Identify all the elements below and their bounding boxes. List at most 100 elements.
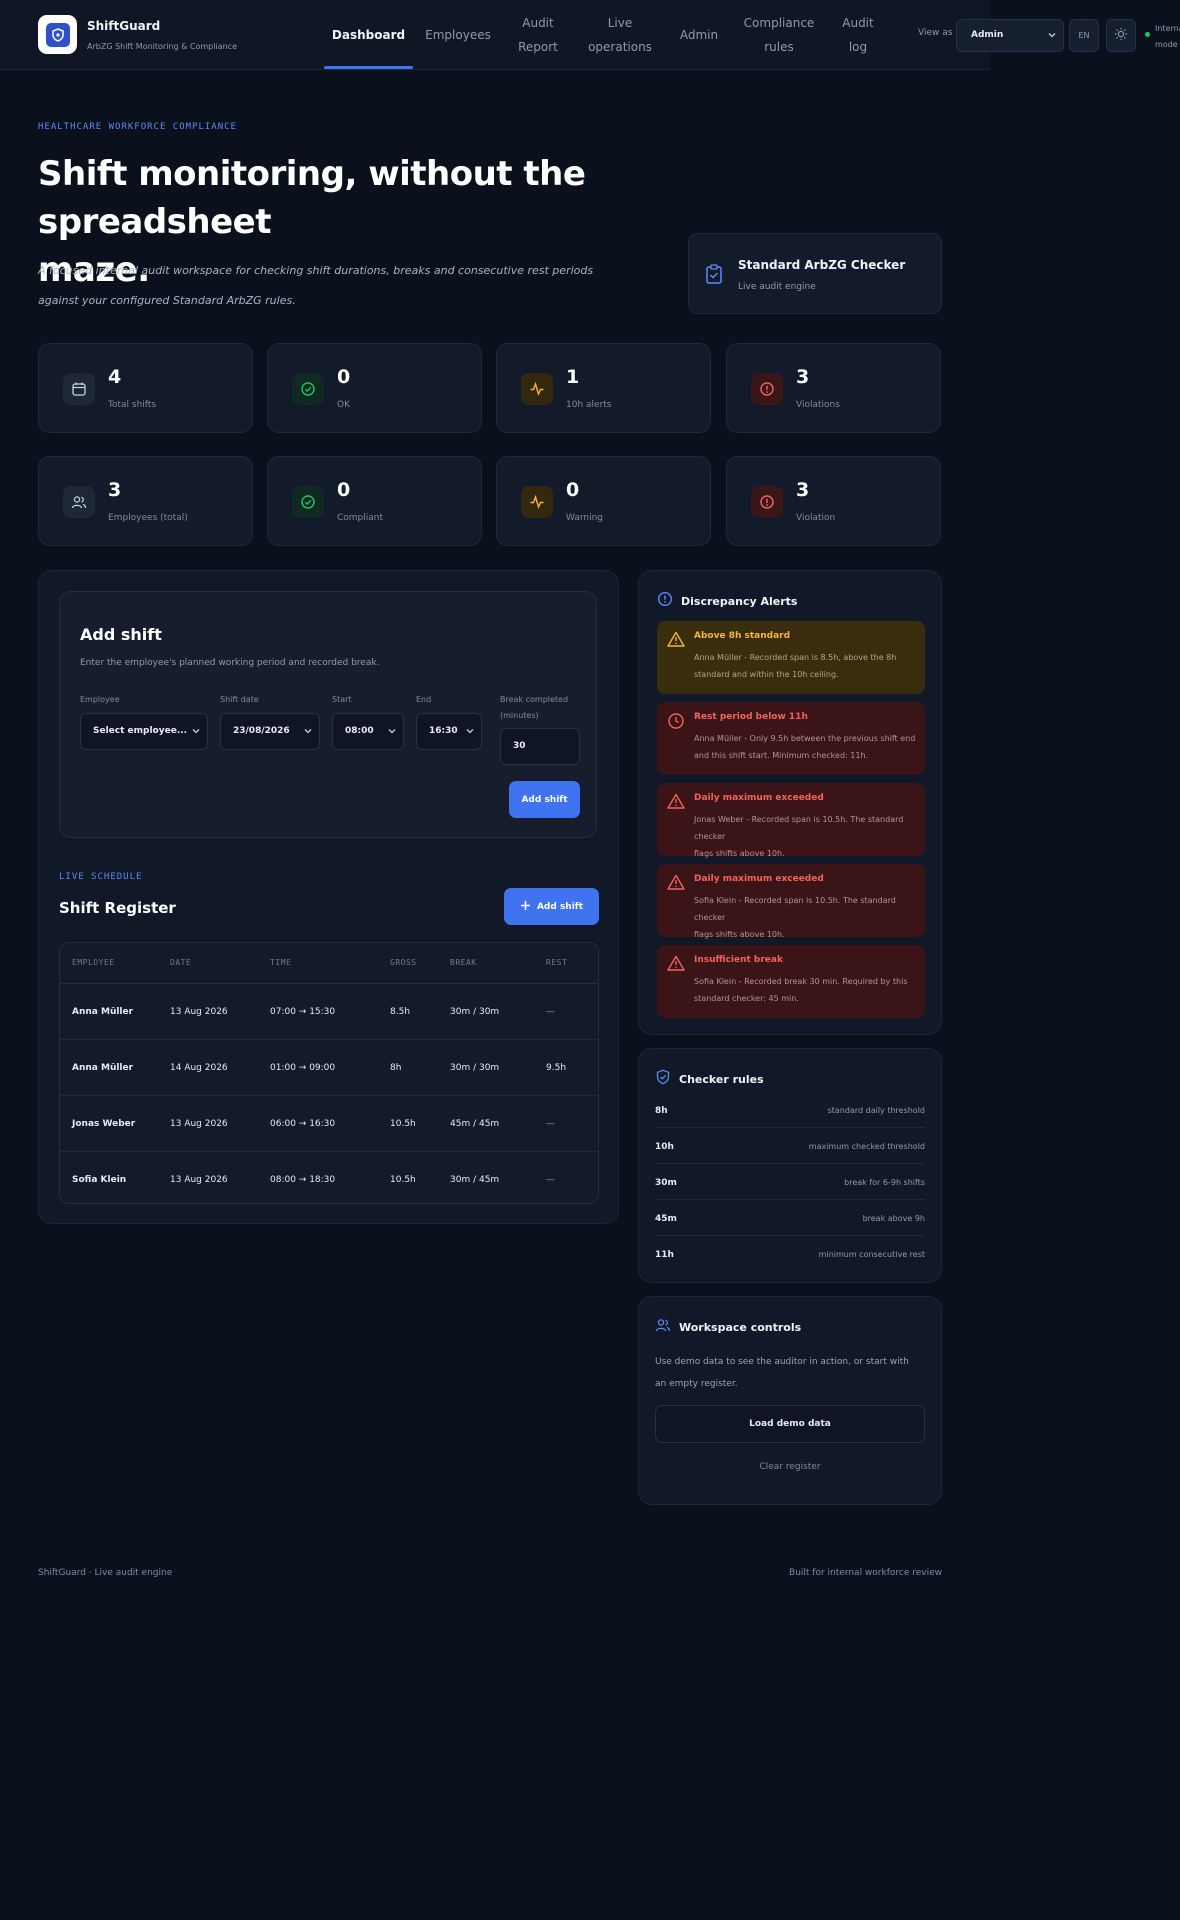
add-shift-subtitle: Enter the employee's planned working per…	[80, 658, 380, 668]
warning-triangle-icon	[667, 793, 685, 813]
start-time-select[interactable]: 08:00	[332, 713, 404, 750]
table-row[interactable]: Sofia Klein 13 Aug 2026 08:00 → 18:30 10…	[60, 1152, 598, 1203]
hero-subtitle: A focused internal audit workspace for c…	[38, 264, 594, 307]
stat-value: 3	[796, 479, 810, 501]
stat-compliant: 0 Compliant	[267, 456, 482, 546]
alert-item[interactable]: Above 8h standard Anna Müller - Recorded…	[657, 621, 925, 694]
add-shift-title: Add shift	[80, 625, 162, 644]
column-header: DATE	[170, 958, 192, 967]
stat-violations: 3 Violations	[726, 343, 941, 433]
brand-name: ShiftGuard	[87, 19, 161, 33]
live-schedule-eyebrow: LIVE SCHEDULE	[59, 872, 143, 882]
activity-icon	[521, 373, 553, 405]
stat-10h-alerts: 1 10h alerts	[496, 343, 711, 433]
employee-select[interactable]: Select employee...	[80, 713, 208, 750]
top-nav: ShiftGuard ArbZG Shift Monitoring & Comp…	[0, 0, 990, 70]
column-header: REST	[546, 958, 568, 967]
theme-toggle-button[interactable]	[1106, 19, 1136, 52]
chevron-down-icon	[1047, 30, 1057, 43]
stat-value: 3	[796, 366, 810, 388]
nav-audit-log[interactable]: Audit log	[830, 0, 886, 70]
shift-register-title: Shift Register	[59, 899, 176, 917]
stat-warning: 0 Warning	[496, 456, 711, 546]
chevron-down-icon	[191, 726, 201, 739]
end-time-select[interactable]: 16:30	[416, 713, 482, 750]
status-dot	[1145, 32, 1150, 37]
shift-date-label: Shift date	[220, 695, 259, 704]
table-row[interactable]: Anna Müller 13 Aug 2026 07:00 → 15:30 8.…	[60, 984, 598, 1040]
footer-right: Built for internal workforce review	[789, 1568, 942, 1578]
brand-tagline: ArbZG Shift Monitoring & Compliance	[87, 42, 237, 51]
add-shift-submit-button[interactable]: Add shift	[509, 781, 580, 818]
stat-label: Violations	[796, 400, 840, 410]
stat-label: Total shifts	[108, 400, 157, 410]
shield-logo-icon[interactable]	[38, 15, 77, 54]
table-row[interactable]: Anna Müller 14 Aug 2026 01:00 → 09:00 8h…	[60, 1040, 598, 1096]
checker-rules-title: Checker rules	[679, 1072, 764, 1086]
shield-check-icon	[655, 1069, 671, 1089]
check-circle-icon	[292, 486, 324, 518]
stat-label: Warning	[566, 513, 604, 523]
stat-value: 0	[337, 366, 351, 388]
rule-row: 45m break above 9h	[655, 1201, 925, 1236]
column-header: GROSS	[390, 958, 417, 967]
column-header: BREAK	[450, 958, 477, 967]
workspace-controls-panel: Workspace controls Use demo data to see …	[638, 1296, 942, 1505]
shift-panel: Add shift Enter the employee's planned w…	[38, 570, 619, 1224]
nav-admin[interactable]: Admin	[668, 0, 730, 70]
checker-rules-panel: Checker rules 8h standard daily threshold…	[638, 1048, 942, 1283]
mode-status: Internalmode	[1155, 24, 1180, 49]
break-minutes-input[interactable]: 30	[500, 728, 580, 765]
start-label: Start	[332, 695, 352, 704]
warning-triangle-icon	[667, 955, 685, 975]
users-icon	[655, 1317, 671, 1337]
shift-register-table: EMPLOYEE DATE TIME GROSS BREAK REST Anna…	[59, 942, 599, 1204]
discrepancy-alerts-panel: Discrepancy Alerts Above 8h standard Ann…	[638, 570, 942, 1035]
chevron-down-icon	[303, 726, 313, 739]
end-label: End	[416, 695, 432, 704]
clear-register-button[interactable]: Clear register	[655, 1452, 925, 1482]
discrepancy-header: Discrepancy Alerts	[657, 591, 797, 611]
add-shift-form: Add shift Enter the employee's planned w…	[59, 591, 597, 838]
nav-live-operations[interactable]: Live operations	[580, 0, 660, 70]
load-demo-data-button[interactable]: Load demo data	[655, 1405, 925, 1443]
rule-row: 30m break for 6-9h shifts	[655, 1165, 925, 1200]
workspace-description: Use demo data to see the auditor in acti…	[655, 1357, 909, 1389]
alert-item[interactable]: Insufficient break Sofia Klein - Recorde…	[657, 945, 925, 1018]
table-row[interactable]: Jonas Weber 13 Aug 2026 06:00 → 16:30 10…	[60, 1096, 598, 1152]
column-header: TIME	[270, 958, 292, 967]
activity-icon	[521, 486, 553, 518]
shift-date-input[interactable]: 23/08/2026	[220, 713, 320, 750]
footer-left: ShiftGuard · Live audit engine	[38, 1568, 173, 1578]
stat-value: 0	[566, 479, 580, 501]
language-button[interactable]: EN	[1069, 19, 1099, 52]
role-select[interactable]: Admin	[956, 19, 1064, 52]
stat-value: 1	[566, 366, 580, 388]
stat-value: 0	[337, 479, 351, 501]
nav-dashboard[interactable]: Dashboard	[324, 0, 413, 70]
alert-circle-icon	[751, 373, 783, 405]
clipboard-check-icon	[705, 264, 723, 288]
add-shift-button[interactable]: Add shift	[504, 888, 599, 925]
calendar-icon	[63, 373, 95, 405]
check-circle-icon	[292, 373, 324, 405]
workspace-header: Workspace controls	[655, 1317, 801, 1337]
rule-row: 10h maximum checked threshold	[655, 1129, 925, 1164]
alert-item[interactable]: Daily maximum exceeded Jonas Weber - Rec…	[657, 783, 925, 858]
active-tab-indicator	[324, 66, 413, 69]
stat-value: 3	[108, 479, 122, 501]
column-header: EMPLOYEE	[72, 958, 115, 967]
warning-triangle-icon	[667, 631, 685, 651]
nav-compliance-rules[interactable]: Compliance rules	[736, 0, 822, 70]
alert-item[interactable]: Daily maximum exceeded Sofia Klein - Rec…	[657, 864, 925, 939]
stat-label: OK	[337, 400, 350, 410]
alert-circle-icon	[751, 486, 783, 518]
alert-item[interactable]: Rest period below 11h Anna Müller - Only…	[657, 702, 925, 775]
stat-total-shifts: 4 Total shifts	[38, 343, 253, 433]
engine-subtitle: Live audit engine	[738, 282, 816, 292]
stat-label: 10h alerts	[566, 400, 612, 410]
stat-label: Compliant	[337, 513, 384, 523]
nav-employees[interactable]: Employees	[420, 0, 496, 70]
nav-audit-report[interactable]: Audit Report	[505, 0, 571, 70]
chevron-down-icon	[387, 726, 397, 739]
